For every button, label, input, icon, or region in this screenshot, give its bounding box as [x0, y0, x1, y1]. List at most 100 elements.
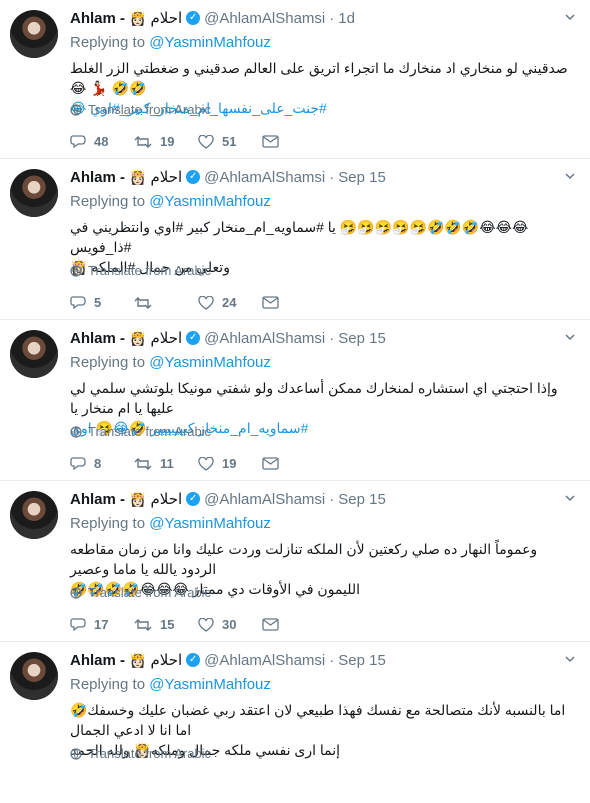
- mention-link[interactable]: @YasminMahfouz: [149, 515, 271, 532]
- replying-to: Replying to @YasminMahfouz: [70, 34, 576, 54]
- chevron-down-icon[interactable]: [564, 11, 576, 23]
- like-count: 24: [222, 295, 237, 310]
- translate-link[interactable]: Translate from Arabic: [70, 585, 211, 600]
- separator-dot: ·: [329, 490, 335, 508]
- retweet-icon: [134, 296, 152, 309]
- tweet-header: Ahlam - 👸🏻 احلام ✓ @AhlamAlShamsi · Sep …: [70, 328, 576, 348]
- timestamp[interactable]: Sep 15: [338, 330, 386, 347]
- user-handle[interactable]: @AhlamAlShamsi: [204, 652, 325, 669]
- like-button[interactable]: 51: [198, 134, 262, 149]
- retweet-button[interactable]: 19: [134, 134, 198, 149]
- tweet[interactable]: Ahlam - 👸🏻 احلام ✓ @AhlamAlShamsi · Sep …: [0, 159, 590, 320]
- retweet-icon: [134, 457, 152, 470]
- mail-icon: [262, 457, 279, 470]
- arabic-name[interactable]: احلام: [150, 168, 182, 186]
- heart-icon: [198, 134, 214, 149]
- separator-dot: ·: [329, 9, 335, 27]
- tweet-actions: 17 15 30: [70, 617, 287, 632]
- reply-button[interactable]: 48: [70, 134, 134, 149]
- user-handle[interactable]: @AhlamAlShamsi: [204, 491, 325, 508]
- avatar[interactable]: [10, 652, 58, 700]
- arabic-name[interactable]: احلام: [150, 329, 182, 347]
- reply-button[interactable]: 17: [70, 617, 134, 632]
- replying-label: Replying to: [70, 34, 146, 51]
- like-button[interactable]: 24: [198, 295, 262, 310]
- retweet-button[interactable]: 15: [134, 617, 198, 632]
- chevron-down-icon[interactable]: [564, 653, 576, 665]
- direct-message-button[interactable]: [262, 296, 287, 309]
- reply-count: 8: [94, 456, 102, 471]
- tweet-header: Ahlam - 👸🏻 احلام ✓ @AhlamAlShamsi · Sep …: [70, 167, 576, 187]
- reply-icon: [70, 296, 86, 310]
- mention-link[interactable]: @YasminMahfouz: [149, 34, 271, 51]
- direct-message-button[interactable]: [262, 135, 287, 148]
- tweet[interactable]: Ahlam - 👸🏻 احلام ✓ @AhlamAlShamsi · 1d R…: [0, 0, 590, 159]
- tweet-content: Ahlam - 👸🏻 احلام ✓ @AhlamAlShamsi · Sep …: [70, 489, 576, 632]
- avatar[interactable]: [10, 169, 58, 217]
- retweet-count: 19: [160, 134, 175, 149]
- crown-emoji: 👸🏻: [129, 329, 147, 346]
- user-handle[interactable]: @AhlamAlShamsi: [204, 330, 325, 347]
- like-count: 30: [222, 617, 237, 632]
- translate-link[interactable]: Translate from Arabic: [70, 263, 211, 278]
- translate-link[interactable]: Translate from Arabic: [70, 746, 211, 761]
- tweet-content: Ahlam - 👸🏻 احلام ✓ @AhlamAlShamsi · Sep …: [70, 167, 576, 310]
- translate-label: Translate from Arabic: [88, 424, 212, 439]
- display-name[interactable]: Ahlam -: [70, 330, 125, 347]
- chevron-down-icon[interactable]: [564, 492, 576, 504]
- reply-icon: [70, 135, 86, 149]
- crown-emoji: 👸🏻: [129, 9, 147, 26]
- reply-count: 17: [94, 617, 109, 632]
- crown-emoji: 👸🏻: [129, 168, 147, 185]
- mention-link[interactable]: @YasminMahfouz: [149, 676, 271, 693]
- like-button[interactable]: 30: [198, 617, 262, 632]
- replying-label: Replying to: [70, 676, 146, 693]
- timestamp[interactable]: Sep 15: [338, 169, 386, 186]
- reply-count: 48: [94, 134, 109, 149]
- tweet[interactable]: Ahlam - 👸🏻 احلام ✓ @AhlamAlShamsi · Sep …: [0, 481, 590, 642]
- mention-link[interactable]: @YasminMahfouz: [149, 354, 271, 371]
- direct-message-button[interactable]: [262, 457, 287, 470]
- translate-link[interactable]: Translate from Arabic: [70, 424, 211, 439]
- timestamp[interactable]: Sep 15: [338, 491, 386, 508]
- reply-button[interactable]: 5: [70, 295, 134, 310]
- arabic-name[interactable]: احلام: [150, 9, 182, 27]
- retweet-button[interactable]: 11: [134, 456, 198, 471]
- heart-icon: [198, 456, 214, 471]
- like-button[interactable]: 19: [198, 456, 262, 471]
- replying-to: Replying to @YasminMahfouz: [70, 515, 576, 535]
- globe-icon: [70, 747, 82, 760]
- tweet[interactable]: Ahlam - 👸🏻 احلام ✓ @AhlamAlShamsi · Sep …: [0, 320, 590, 481]
- user-handle[interactable]: @AhlamAlShamsi: [204, 169, 325, 186]
- separator-dot: ·: [329, 651, 335, 669]
- arabic-name[interactable]: احلام: [150, 651, 182, 669]
- direct-message-button[interactable]: [262, 618, 287, 631]
- display-name[interactable]: Ahlam -: [70, 169, 125, 186]
- mention-link[interactable]: @YasminMahfouz: [149, 193, 271, 210]
- avatar[interactable]: [10, 330, 58, 378]
- user-handle[interactable]: @AhlamAlShamsi: [204, 10, 325, 27]
- display-name[interactable]: Ahlam -: [70, 652, 125, 669]
- retweet-button[interactable]: [134, 296, 198, 310]
- reply-count: 5: [94, 295, 102, 310]
- verified-icon: ✓: [186, 11, 201, 25]
- tweet[interactable]: Ahlam - 👸🏻 احلام ✓ @AhlamAlShamsi · Sep …: [0, 642, 590, 803]
- display-name[interactable]: Ahlam -: [70, 491, 125, 508]
- timestamp[interactable]: 1d: [338, 10, 355, 27]
- crown-emoji: 👸🏻: [129, 490, 147, 507]
- reply-button[interactable]: 8: [70, 456, 134, 471]
- mail-icon: [262, 296, 279, 309]
- avatar[interactable]: [10, 491, 58, 539]
- display-name[interactable]: Ahlam -: [70, 10, 125, 27]
- tweet-text-line: 😂😂😂🤣🤣🤣🤧🤧🤧🤧🤧 يا #سماويه_ام_منخار كبير #او…: [70, 219, 529, 255]
- tweet-text-line: اما بالنسبه لأنك متصالحة مع نفسك فهذا طب…: [70, 702, 566, 738]
- translate-link[interactable]: Translate from Arabic: [70, 102, 211, 117]
- retweet-icon: [134, 618, 152, 631]
- timestamp[interactable]: Sep 15: [338, 652, 386, 669]
- chevron-down-icon[interactable]: [564, 170, 576, 182]
- verified-icon: ✓: [186, 331, 201, 345]
- tweet-header: Ahlam - 👸🏻 احلام ✓ @AhlamAlShamsi · Sep …: [70, 650, 576, 670]
- avatar[interactable]: [10, 10, 58, 58]
- chevron-down-icon[interactable]: [564, 331, 576, 343]
- arabic-name[interactable]: احلام: [150, 490, 182, 508]
